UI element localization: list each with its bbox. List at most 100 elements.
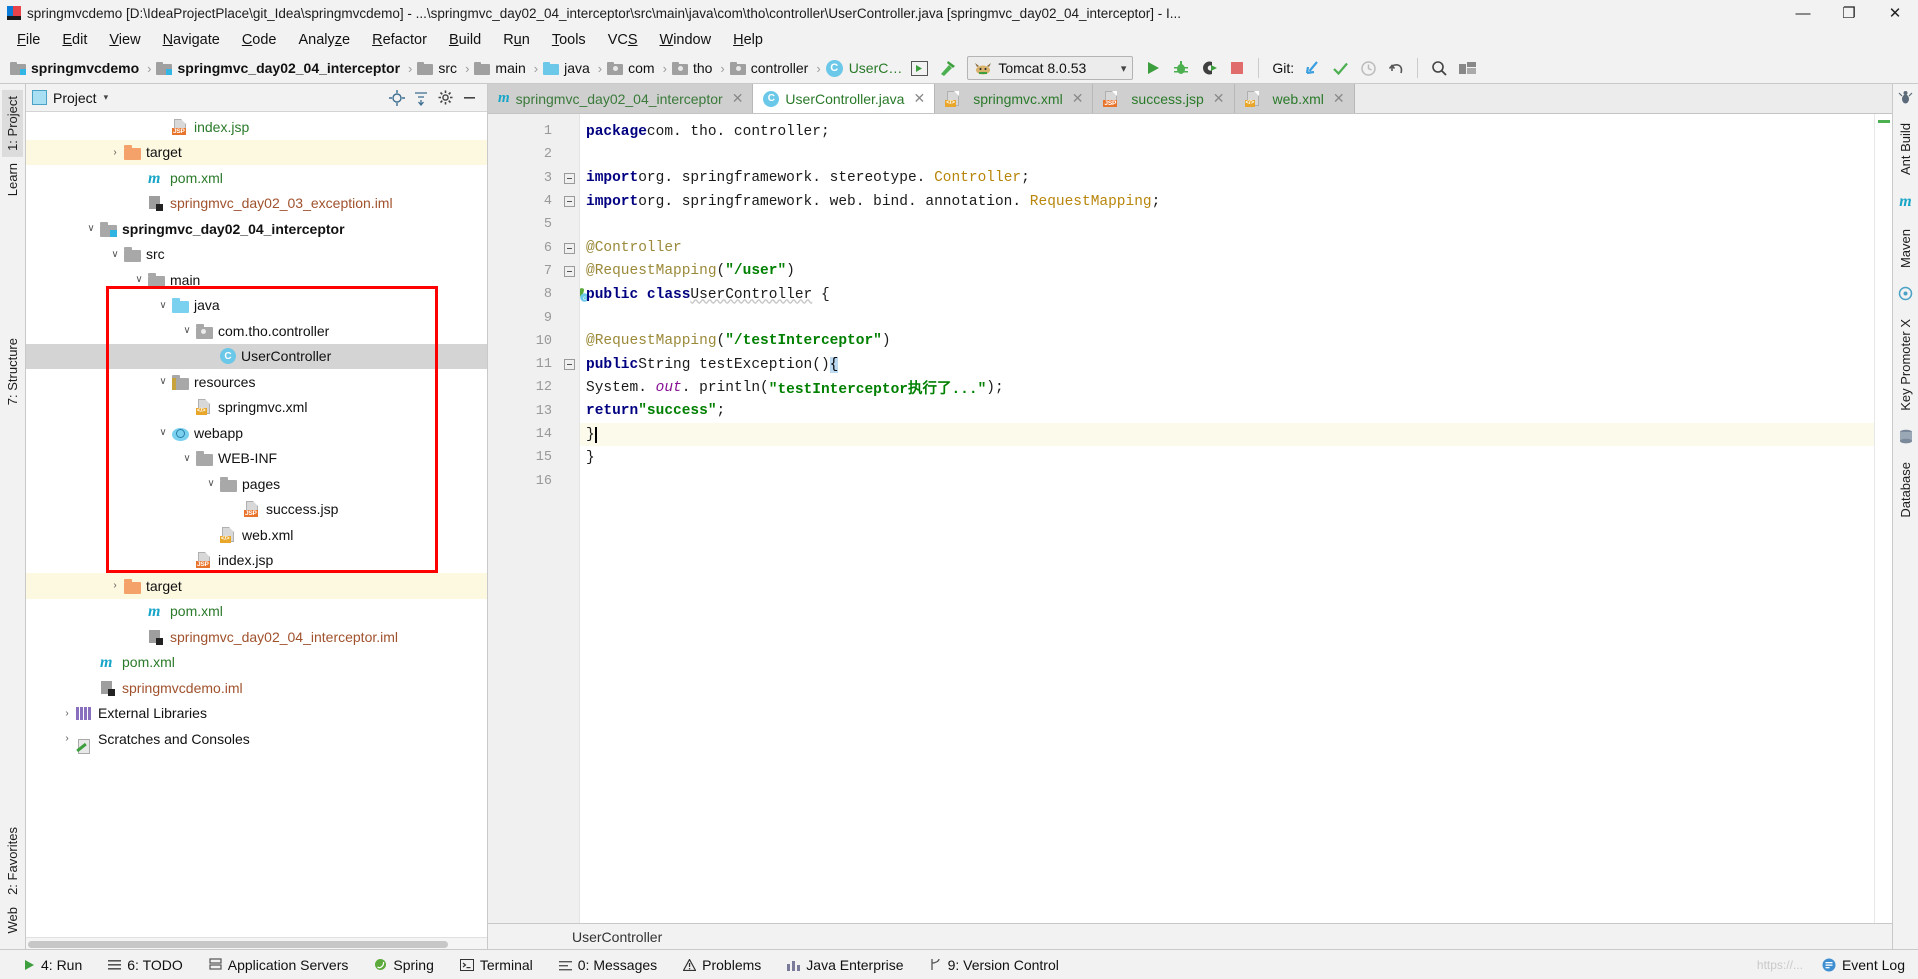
close-button[interactable]: ✕	[1872, 0, 1918, 26]
run-button[interactable]	[1139, 55, 1167, 81]
tree-row[interactable]: JSP index.jsp	[26, 548, 487, 574]
status-problems[interactable]: Problems	[670, 957, 774, 973]
scrollbar-thumb[interactable]	[28, 941, 448, 948]
sidebar-item-project[interactable]: 1: Project	[2, 90, 23, 157]
tree-row[interactable]: springmvc_day02_04_interceptor.iml	[26, 624, 487, 650]
tree-row[interactable]: ∨ pages	[26, 471, 487, 497]
code-line[interactable]: import org. springframework. stereotype.…	[580, 167, 1874, 190]
menu-view[interactable]: View	[98, 29, 151, 51]
breadcrumb-usercontroller[interactable]: C UserC…	[825, 59, 906, 77]
tree-row[interactable]: ∨ src	[26, 242, 487, 268]
menu-navigate[interactable]: Navigate	[152, 29, 231, 51]
breadcrumb-java[interactable]: java	[543, 60, 593, 76]
editor-tab[interactable]: m springmvc_day02_04_interceptor ✕	[488, 84, 754, 113]
tree-row[interactable]: C UserController	[26, 343, 487, 369]
fold-marker[interactable]	[560, 353, 579, 376]
menu-code[interactable]: Code	[231, 29, 288, 51]
sidebar-item-favorites[interactable]: 2: Favorites	[2, 821, 23, 901]
menu-help[interactable]: Help	[722, 29, 774, 51]
close-tab-icon[interactable]: ✕	[732, 90, 744, 107]
tree-row[interactable]: ∨ main	[26, 267, 487, 293]
run-configuration-selector[interactable]: Tomcat 8.0.53 ▾	[967, 56, 1134, 80]
breadcrumb-tho[interactable]: tho	[671, 60, 715, 76]
fold-marker[interactable]	[560, 190, 579, 213]
editor-tab[interactable]: JSP success.jsp ✕	[1093, 84, 1235, 113]
chevron-down-icon[interactable]: ∨	[132, 273, 146, 287]
chevron-down-icon[interactable]: ∨	[156, 426, 170, 440]
chevron-right-icon[interactable]: ›	[60, 732, 74, 746]
build-hammer-icon[interactable]	[933, 55, 961, 81]
sidebar-item-database[interactable]: Database	[1895, 456, 1916, 524]
tree-row[interactable]: ∨ webapp	[26, 420, 487, 446]
status-terminal[interactable]: Terminal	[447, 957, 546, 973]
chevron-down-icon[interactable]: ∨	[180, 324, 194, 338]
collapse-region-icon[interactable]	[564, 196, 575, 208]
tree-row[interactable]: </> web.xml	[26, 522, 487, 548]
status-todo[interactable]: 6: TODO	[95, 957, 196, 973]
menu-edit[interactable]: Edit	[51, 29, 98, 51]
tree-row[interactable]: springmvc_day02_03_exception.iml	[26, 191, 487, 217]
code-line[interactable]	[580, 469, 1874, 492]
chevron-right-icon[interactable]: ›	[108, 145, 122, 159]
select-opened-file-icon[interactable]	[385, 86, 409, 110]
fold-marker[interactable]	[560, 236, 579, 259]
commit-icon[interactable]	[1326, 55, 1354, 81]
tree-row[interactable]: </> springmvc.xml	[26, 395, 487, 421]
breadcrumb-main[interactable]: main	[474, 60, 528, 76]
sidebar-item-maven[interactable]: Maven	[1895, 223, 1916, 274]
code-line[interactable]: import org. springframework. web. bind. …	[580, 190, 1874, 213]
code-line[interactable]	[580, 306, 1874, 329]
project-tree-hscrollbar[interactable]	[26, 937, 487, 949]
tree-row[interactable]: JSP index.jsp	[26, 114, 487, 140]
database-icon[interactable]	[1899, 429, 1913, 444]
tree-row[interactable]: › target	[26, 573, 487, 599]
fold-marker[interactable]	[560, 167, 579, 190]
tree-row[interactable]: m pom.xml	[26, 165, 487, 191]
breadcrumb-springmvcdemo[interactable]: springmvcdemo	[10, 60, 142, 76]
code-line[interactable]: @RequestMapping("/testInterceptor")	[580, 330, 1874, 353]
debug-button[interactable]	[1167, 55, 1195, 81]
search-everywhere-icon[interactable]	[1425, 55, 1453, 81]
chevron-down-icon[interactable]: ∨	[180, 451, 194, 465]
code-editor[interactable]: package com. tho. controller; import org.…	[580, 114, 1874, 923]
tree-row[interactable]: ∨ springmvc_day02_04_interceptor	[26, 216, 487, 242]
code-line[interactable]: }	[580, 446, 1874, 469]
code-line[interactable]: return "success";	[580, 400, 1874, 423]
ant-build-icon[interactable]	[1898, 90, 1913, 105]
sidebar-item-web[interactable]: Web	[2, 901, 23, 940]
status-spring[interactable]: Spring	[361, 957, 446, 973]
status-version-control[interactable]: 9: Version Control	[917, 957, 1072, 973]
fold-marker[interactable]	[560, 260, 579, 283]
minimize-button[interactable]: —	[1780, 0, 1826, 26]
menu-refactor[interactable]: Refactor	[361, 29, 438, 51]
tree-row[interactable]: springmvcdemo.iml	[26, 675, 487, 701]
sidebar-item-ant-build[interactable]: Ant Build	[1895, 117, 1916, 181]
editor-tab[interactable]: </> springmvc.xml ✕	[935, 84, 1094, 113]
status-java-enterprise[interactable]: Java Enterprise	[774, 957, 916, 973]
tree-row[interactable]: m pom.xml	[26, 650, 487, 676]
menu-analyze[interactable]: Analyze	[288, 29, 362, 51]
rollback-icon[interactable]	[1382, 55, 1410, 81]
sidebar-item-key-promoter-x[interactable]: Key Promoter X	[1895, 313, 1916, 417]
chevron-down-icon[interactable]: ∨	[108, 247, 122, 261]
menu-tools[interactable]: Tools	[541, 29, 597, 51]
maven-m-icon[interactable]: m	[1899, 193, 1911, 211]
tree-row[interactable]: ∨ WEB-INF	[26, 446, 487, 472]
menu-window[interactable]: Window	[649, 29, 723, 51]
breadcrumb-com[interactable]: com	[607, 60, 657, 76]
tree-row[interactable]: › Scratches and Consoles	[26, 726, 487, 754]
close-tab-icon[interactable]: ✕	[913, 90, 925, 107]
tree-row[interactable]: › target	[26, 139, 487, 165]
chevron-down-icon[interactable]: ∨	[204, 477, 218, 491]
stop-button[interactable]	[1223, 55, 1251, 81]
chevron-down-icon[interactable]: ▾	[1121, 62, 1127, 75]
chevron-right-icon[interactable]: ›	[60, 706, 74, 720]
editor-tab[interactable]: </> web.xml ✕	[1234, 84, 1355, 113]
code-line[interactable]: package com. tho. controller;	[580, 120, 1874, 143]
collapse-all-icon[interactable]	[409, 86, 433, 110]
code-line[interactable]: }	[580, 422, 1874, 447]
sidebar-item-structure[interactable]: 7: Structure	[2, 332, 23, 411]
status-run[interactable]: 4: Run	[10, 957, 95, 973]
close-tab-icon[interactable]: ✕	[1213, 90, 1225, 107]
status-messages[interactable]: 0: Messages	[546, 957, 670, 973]
